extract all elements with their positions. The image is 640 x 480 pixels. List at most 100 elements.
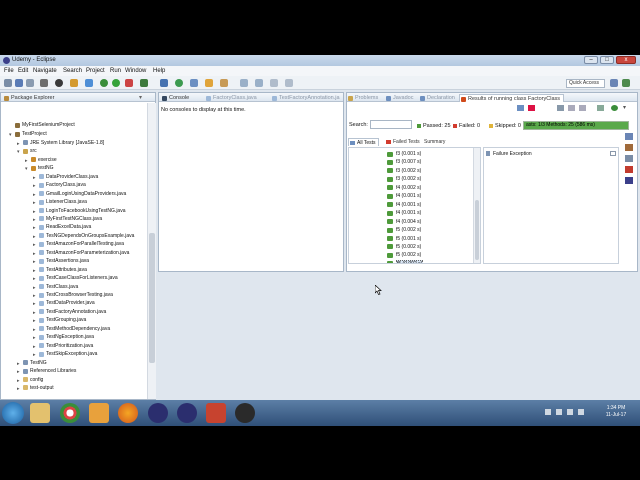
collapsed-arrow-icon[interactable]: ▸ <box>33 326 36 334</box>
trim-icon-3[interactable] <box>625 155 633 162</box>
menu-help[interactable]: Help <box>153 68 165 74</box>
menu-navigate[interactable]: Navigate <box>33 68 57 74</box>
collapsed-arrow-icon[interactable]: ▸ <box>33 191 36 199</box>
run-debug-icon[interactable] <box>100 79 108 87</box>
open-task-icon[interactable] <box>220 79 228 87</box>
collapsed-arrow-icon[interactable]: ▸ <box>33 233 36 241</box>
external-tools-icon[interactable] <box>125 79 133 87</box>
tab-factoryclass[interactable]: FactoryClass.java <box>205 94 257 102</box>
package-explorer-scrollbar[interactable] <box>147 103 156 399</box>
expanded-arrow-icon[interactable]: ▾ <box>9 131 12 139</box>
previous-annotation-icon[interactable] <box>255 79 263 87</box>
file-explorer-icon[interactable] <box>30 403 50 423</box>
new-java-project-icon[interactable] <box>140 79 148 87</box>
firefox-icon[interactable] <box>118 403 138 423</box>
collapsed-arrow-icon[interactable]: ▸ <box>33 182 36 190</box>
run-icon[interactable] <box>112 79 120 87</box>
tab-package-explorer[interactable]: Package Explorer <box>3 94 54 102</box>
forward-icon[interactable] <box>285 79 293 87</box>
collapsed-arrow-icon[interactable]: ▸ <box>33 216 36 224</box>
build-icon[interactable] <box>70 79 78 87</box>
eclipse-icon-2[interactable] <box>177 403 197 423</box>
collapsed-arrow-icon[interactable]: ▸ <box>17 368 20 376</box>
search-icon[interactable] <box>205 79 213 87</box>
collapsed-arrow-icon[interactable]: ▸ <box>33 317 36 325</box>
results-search-input[interactable] <box>370 120 412 129</box>
search-results-icon[interactable] <box>557 105 564 111</box>
collapsed-arrow-icon[interactable]: ▸ <box>25 157 28 165</box>
collapsed-arrow-icon[interactable]: ▸ <box>33 284 36 292</box>
system-clock[interactable]: 1:34 PM 11-Jul-17 <box>596 405 636 419</box>
windows-start-icon[interactable] <box>2 402 24 424</box>
new-package-icon[interactable] <box>160 79 168 87</box>
rerun-icon[interactable] <box>517 105 524 111</box>
collapsed-arrow-icon[interactable]: ▸ <box>33 174 36 182</box>
skip-breakpoints-icon[interactable] <box>85 79 93 87</box>
open-type-icon[interactable] <box>190 79 198 87</box>
quick-access-input[interactable]: Quick Access <box>566 79 605 88</box>
obs-icon[interactable] <box>235 403 255 423</box>
collapsed-arrow-icon[interactable]: ▸ <box>17 140 20 148</box>
save-all-icon[interactable] <box>26 79 34 87</box>
expanded-arrow-icon[interactable]: ▾ <box>17 148 20 156</box>
collapse-icon[interactable] <box>568 105 575 111</box>
collapsed-arrow-icon[interactable]: ▸ <box>33 309 36 317</box>
collapsed-arrow-icon[interactable]: ▸ <box>33 224 36 232</box>
collapsed-arrow-icon[interactable]: ▸ <box>17 360 20 368</box>
tray-up-icon[interactable] <box>545 409 551 415</box>
package-explorer-scroll-thumb[interactable] <box>149 233 155 363</box>
tray-network-icon[interactable] <box>567 409 573 415</box>
new-class-icon[interactable] <box>175 79 183 87</box>
tab-problems[interactable]: Problems <box>347 94 378 102</box>
collapsed-arrow-icon[interactable]: ▸ <box>33 334 36 342</box>
menu-run[interactable]: Run <box>110 68 121 74</box>
powerpoint-icon[interactable] <box>206 403 226 423</box>
view-menu-icon[interactable]: ▾ <box>139 94 142 101</box>
tests-scroll-thumb[interactable] <box>475 200 479 260</box>
copy-icon[interactable] <box>610 151 616 156</box>
menu-search[interactable]: Search <box>63 68 82 74</box>
menu-project[interactable]: Project <box>86 68 105 74</box>
tab-console[interactable]: Console <box>161 94 189 102</box>
collapsed-arrow-icon[interactable]: ▸ <box>33 267 36 275</box>
next-annotation-icon[interactable] <box>240 79 248 87</box>
tray-volume-icon[interactable] <box>578 409 584 415</box>
expand-icon[interactable] <box>579 105 586 111</box>
minimize-button[interactable]: – <box>584 56 598 64</box>
trim-icon-5[interactable] <box>625 177 633 184</box>
trim-icon-4[interactable] <box>625 166 633 173</box>
tab-testng-results[interactable]: Results of running class FactoryClass <box>459 94 565 102</box>
back-icon[interactable] <box>270 79 278 87</box>
save-icon[interactable] <box>15 79 23 87</box>
collapsed-arrow-icon[interactable]: ▸ <box>17 377 20 385</box>
debug-icon[interactable] <box>55 79 63 87</box>
media-player-icon[interactable] <box>89 403 109 423</box>
tab-javadoc[interactable]: Javadoc <box>385 94 414 102</box>
collapsed-arrow-icon[interactable]: ▸ <box>33 199 36 207</box>
collapsed-arrow-icon[interactable]: ▸ <box>33 250 36 258</box>
collapsed-arrow-icon[interactable]: ▸ <box>33 275 36 283</box>
subtab-summary[interactable]: Summary <box>424 138 445 146</box>
expanded-arrow-icon[interactable]: ▾ <box>25 165 28 173</box>
open-perspective-icon[interactable] <box>610 79 618 87</box>
maximize-button[interactable]: □ <box>600 56 614 64</box>
history-icon[interactable] <box>597 105 604 111</box>
subtab-failed-tests[interactable]: Failed Tests <box>385 138 420 146</box>
new-icon[interactable] <box>4 79 12 87</box>
menu-file[interactable]: File <box>4 68 14 74</box>
results-view-menu-icon[interactable]: ▾ <box>623 104 626 111</box>
tab-testfactoryannotation[interactable]: TestFactoryAnnotation.ja <box>271 94 340 102</box>
java-perspective-icon[interactable] <box>622 79 630 87</box>
trim-icon-1[interactable] <box>625 133 633 140</box>
close-button[interactable]: x <box>616 56 636 64</box>
tray-flag-icon[interactable] <box>556 409 562 415</box>
subtab-all-tests[interactable]: All Tests <box>348 138 379 146</box>
eclipse-icon[interactable] <box>148 403 168 423</box>
testng-run-icon[interactable] <box>611 105 618 111</box>
tab-declaration[interactable]: Declaration <box>419 94 455 102</box>
collapsed-arrow-icon[interactable]: ▸ <box>33 208 36 216</box>
chrome-icon[interactable] <box>60 403 80 423</box>
collapsed-arrow-icon[interactable]: ▸ <box>33 343 36 351</box>
collapsed-arrow-icon[interactable]: ▸ <box>33 292 36 300</box>
trim-icon-2[interactable] <box>625 144 633 151</box>
